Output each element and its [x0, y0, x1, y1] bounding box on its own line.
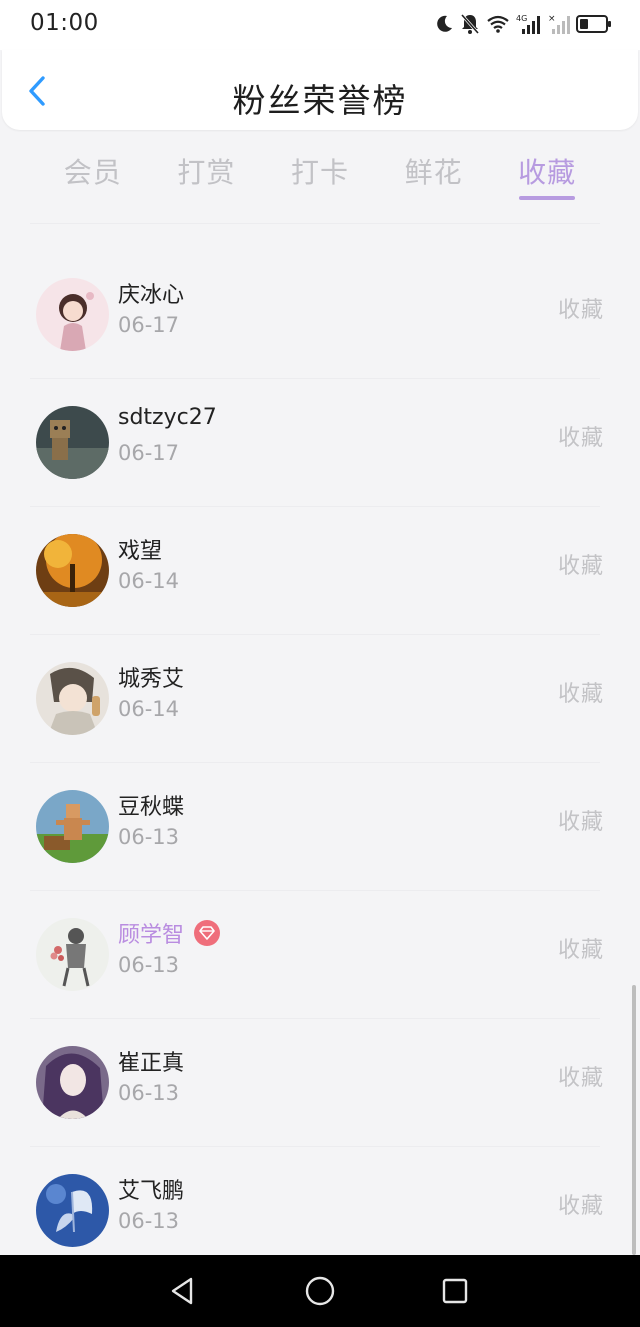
battery-icon	[576, 15, 611, 33]
avatar[interactable]	[36, 406, 109, 479]
mute-bell-icon	[460, 14, 480, 34]
signal-no-service-icon: ×	[548, 14, 570, 34]
home-circle-icon	[305, 1276, 335, 1306]
fan-name-text: 顾学智	[118, 923, 185, 948]
tab-label: 会员	[63, 156, 122, 189]
nav-recents-button[interactable]	[437, 1273, 473, 1309]
list-item[interactable]: 艾飞鹏 06-13 收藏	[0, 1147, 640, 1255]
avatar[interactable]	[36, 534, 109, 607]
scrollbar[interactable]	[632, 985, 636, 1255]
list-item[interactable]: 庆冰心 06-17 收藏	[0, 251, 640, 379]
fan-action: 收藏	[557, 682, 604, 707]
system-nav-bar	[0, 1255, 640, 1327]
status-bar: 01:00 4G ×	[0, 0, 640, 50]
divider	[30, 223, 600, 224]
page-title: 粉丝荣誉榜	[232, 81, 408, 120]
fan-name: sdtzyc27	[118, 405, 217, 430]
tab-label: 打赏	[177, 156, 236, 189]
status-time: 01:00	[30, 10, 99, 36]
tab-label: 收藏	[518, 156, 577, 189]
avatar[interactable]	[36, 1174, 109, 1247]
fan-name: 庆冰心	[118, 277, 184, 309]
fan-date: 06-17	[118, 441, 180, 465]
tab-checkin[interactable]: 打卡	[280, 135, 360, 215]
fan-name-text: 豆秋蝶	[118, 795, 185, 820]
moon-icon	[437, 15, 452, 32]
fan-name: 城秀艾	[118, 661, 184, 693]
active-tab-indicator	[519, 196, 576, 200]
fan-date: 06-13	[118, 1209, 180, 1233]
avatar[interactable]	[36, 278, 109, 351]
fan-date: 06-14	[118, 569, 180, 593]
fan-name: 戏望	[118, 533, 162, 565]
fan-action: 收藏	[557, 810, 604, 835]
fan-action: 收藏	[557, 426, 604, 451]
svg-text:4G: 4G	[516, 14, 527, 23]
tab-member[interactable]: 会员	[53, 135, 133, 215]
svg-text:×: ×	[548, 14, 556, 24]
fan-action: 收藏	[557, 938, 604, 963]
header: 粉丝荣誉榜	[2, 50, 638, 130]
tab-favorites[interactable]: 收藏	[507, 135, 587, 215]
fan-date: 06-13	[118, 1081, 180, 1105]
list-item[interactable]: 崔正真 06-13 收藏	[0, 1019, 640, 1147]
fan-name-text: 艾飞鹏	[118, 1179, 185, 1204]
nav-home-button[interactable]	[302, 1273, 338, 1309]
signal-4g-icon: 4G	[516, 14, 540, 34]
fan-name-text: 戏望	[118, 539, 163, 564]
fan-action: 收藏	[557, 1066, 604, 1091]
list-item[interactable]: 城秀艾 06-14 收藏	[0, 635, 640, 763]
fan-name-text: 庆冰心	[118, 283, 185, 308]
avatar[interactable]	[36, 790, 109, 863]
fan-action: 收藏	[557, 298, 604, 323]
fan-name-text: sdtzyc27	[118, 405, 217, 430]
avatar[interactable]	[36, 918, 109, 991]
fan-name-text: 崔正真	[118, 1051, 185, 1076]
fan-name-text: 城秀艾	[118, 667, 185, 692]
fan-date: 06-14	[118, 697, 180, 721]
fan-action: 收藏	[557, 554, 604, 579]
list-item[interactable]: 戏望 06-14 收藏	[0, 507, 640, 635]
fan-name: 豆秋蝶	[118, 789, 184, 821]
avatar[interactable]	[36, 1046, 109, 1119]
list-item[interactable]: 豆秋蝶 06-13 收藏	[0, 763, 640, 891]
nav-back-button[interactable]	[165, 1273, 201, 1309]
list-item[interactable]: 顾学智 06-13 收藏	[0, 891, 640, 1019]
tab-bar: 会员 打赏 打卡 鲜花 收藏	[0, 135, 640, 215]
list-item[interactable]: sdtzyc27 06-17 收藏	[0, 379, 640, 507]
wifi-icon	[487, 15, 509, 33]
tab-reward[interactable]: 打赏	[166, 135, 246, 215]
status-icons: 4G ×	[434, 11, 612, 37]
fan-name: 崔正真	[118, 1045, 184, 1077]
fan-name: 艾飞鹏	[118, 1173, 184, 1205]
tab-label: 打卡	[290, 156, 349, 189]
fan-date: 06-17	[118, 313, 180, 337]
vip-diamond-icon	[194, 920, 221, 946]
tab-label: 鲜花	[404, 156, 463, 189]
fan-date: 06-13	[118, 825, 180, 849]
recents-square-icon	[442, 1278, 468, 1304]
fan-date: 06-13	[118, 953, 180, 977]
fan-action: 收藏	[557, 1194, 604, 1219]
back-triangle-icon	[171, 1277, 193, 1305]
avatar[interactable]	[36, 662, 109, 735]
fan-name: 顾学智	[118, 917, 221, 949]
fan-list[interactable]: 庆冰心 06-17 收藏 sdtzyc27 06-17 收藏 戏望 06-14 …	[0, 223, 640, 1255]
tab-flowers[interactable]: 鲜花	[394, 135, 474, 215]
